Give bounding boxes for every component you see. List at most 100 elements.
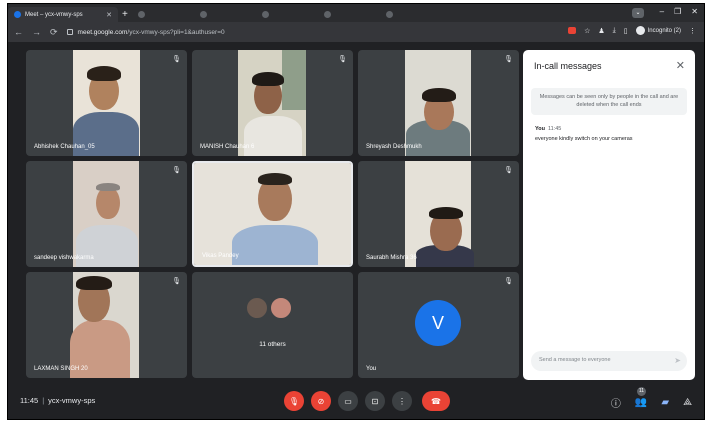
video-feed-window <box>282 50 306 110</box>
leave-call-button[interactable]: ☎ <box>422 391 450 411</box>
tab-favicon-icon <box>323 11 331 18</box>
other-participant-avatar <box>269 296 293 320</box>
back-icon[interactable]: ← <box>14 27 23 37</box>
incognito-profile[interactable]: Incognito (2) <box>635 26 681 35</box>
participant-name: Saurabh Mishra 36 <box>366 255 417 261</box>
present-icon: ⊡ <box>371 396 379 406</box>
mic-muted-icon: 🎙 <box>172 278 181 285</box>
participant-tile-active[interactable]: Vikas Pandey <box>192 161 353 267</box>
close-window-icon[interactable]: ✕ <box>691 7 698 16</box>
menu-icon[interactable]: ⋮ <box>689 27 696 35</box>
download-icon[interactable]: ⤓ <box>613 27 616 35</box>
person-body <box>244 116 302 156</box>
tab-favicon-icon <box>199 11 207 18</box>
person-hair <box>76 276 112 290</box>
chat-input[interactable]: Send a message to everyone <box>531 351 687 371</box>
tab-search-icon[interactable]: ⌄ <box>632 8 644 18</box>
reload-icon[interactable]: ⟳ <box>50 27 58 38</box>
person-hair <box>422 88 456 102</box>
present-button[interactable]: ⊡ <box>365 391 385 411</box>
person-hair <box>429 207 463 219</box>
more-vert-icon: ⋮ <box>398 396 406 406</box>
others-count-label: 11 others <box>259 341 286 348</box>
participant-tile[interactable]: 🎙 sandeep vishwakarma <box>26 161 187 267</box>
incognito-icon <box>635 26 645 35</box>
more-options-button[interactable]: ⋮ <box>392 391 412 411</box>
people-icon[interactable]: 👥 <box>635 397 647 408</box>
captions-icon: ▭ <box>344 396 352 406</box>
info-icon[interactable]: ⓘ <box>611 395 621 410</box>
meeting-control-bar: 11:45 | ycx-vmwy-sps 🎙 ⊘ ▭ ⊡ ⋮ ☎ 11 ⓘ 👥 ▰ … <box>8 384 704 419</box>
participant-tile-self[interactable]: V 🎙 You <box>358 272 519 378</box>
mic-muted-icon: 🎙 <box>338 56 347 63</box>
chat-icon[interactable]: ▰ <box>661 397 669 408</box>
close-icon[interactable]: ✕ <box>676 59 685 72</box>
chat-panel-title: In-call messages <box>534 61 602 71</box>
tab-inactive-3[interactable] <box>256 7 316 22</box>
mic-muted-icon: 🎙 <box>172 167 181 174</box>
window-controls: – ❐ ✕ <box>660 7 698 16</box>
participant-name: Vikas Pandey <box>202 253 239 259</box>
send-icon[interactable]: ➤ <box>674 356 681 365</box>
captions-button[interactable]: ▭ <box>338 391 358 411</box>
message-sender: You 11:45 <box>535 126 561 132</box>
tab-favicon-icon <box>261 11 269 18</box>
person-body <box>232 225 318 265</box>
mic-muted-icon: 🎙 <box>504 278 513 285</box>
call-controls: 🎙 ⊘ ▭ ⊡ ⋮ ☎ <box>284 391 450 411</box>
activities-icon[interactable]: ⟁ <box>683 397 692 408</box>
participant-name: sandeep vishwakarma <box>34 255 94 261</box>
participant-grid: 🎙 Abhishek Chauhan_05 🎙 MANISH Chauhan 6… <box>26 50 519 378</box>
tab-inactive-5[interactable] <box>380 7 440 22</box>
browser-toolbar: ← → ⟳ meet.google.com/ycx-vmwy-sps?pli=1… <box>8 22 704 42</box>
participant-name: You <box>366 366 377 372</box>
person-hair <box>87 66 121 81</box>
participant-tile-others[interactable]: 11 others <box>192 272 353 378</box>
tab-favicon-icon <box>137 11 145 18</box>
meet-favicon-icon <box>14 11 21 18</box>
sidepanel-icon[interactable]: ▯ <box>624 27 628 35</box>
bookmark-star-icon[interactable]: ☆ <box>584 27 590 35</box>
participant-tile[interactable]: 🎙 LAXMAN SINGH 20 <box>26 272 187 378</box>
forward-icon[interactable]: → <box>32 27 41 37</box>
person-hair <box>258 173 292 185</box>
mic-toggle-button[interactable]: 🎙 <box>284 391 304 411</box>
participant-tile[interactable]: 🎙 Shreyash Deshmukh <box>358 50 519 156</box>
extension-icon[interactable]: ♟ <box>598 27 604 35</box>
side-controls: ⓘ 👥 ▰ ⟁ <box>611 395 692 410</box>
message-text: everyone kindly switch on your cameras <box>535 136 633 142</box>
participant-tile[interactable]: 🎙 Saurabh Mishra 36 <box>358 161 519 267</box>
toolbar-actions: ☆ ♟ ⤓ ▯ Incognito (2) ⋮ <box>568 26 696 35</box>
participant-name: Abhishek Chauhan_05 <box>34 144 95 150</box>
tab-inactive-4[interactable] <box>318 7 378 22</box>
meeting-time: 11:45 <box>20 396 39 405</box>
mic-muted-icon: 🎙 <box>504 56 513 63</box>
url-host: meet.google.com <box>77 28 128 36</box>
meeting-code: ycx-vmwy-sps <box>48 396 96 405</box>
mic-muted-icon: 🎙 <box>504 167 513 174</box>
chat-panel: In-call messages ✕ Messages can be seen … <box>523 50 695 380</box>
tab-inactive-2[interactable] <box>194 7 254 22</box>
sender-name: You <box>535 126 545 132</box>
participant-name: MANISH Chauhan 6 <box>200 144 255 150</box>
tab-inactive-1[interactable] <box>132 7 192 22</box>
camera-off-icon: ⊘ <box>317 396 325 406</box>
browser-window: Meet – ycx-vmwy-sps ✕ + ⌄ – ❐ ✕ ← → ⟳ me… <box>7 3 705 420</box>
tab-meet[interactable]: Meet – ycx-vmwy-sps ✕ <box>8 7 118 22</box>
maximize-icon[interactable]: ❐ <box>674 7 681 16</box>
participant-tile[interactable]: 🎙 MANISH Chauhan 6 <box>192 50 353 156</box>
mic-off-icon: 🎙 <box>288 396 300 406</box>
new-tab-icon[interactable]: + <box>122 9 128 20</box>
camera-blocked-icon[interactable] <box>568 27 577 34</box>
minimize-icon[interactable]: – <box>660 7 664 16</box>
close-tab-icon[interactable]: ✕ <box>106 11 112 19</box>
meeting-info: 11:45 | ycx-vmwy-sps <box>20 396 95 405</box>
tab-title: Meet – ycx-vmwy-sps <box>25 11 83 18</box>
participant-name: Shreyash Deshmukh <box>366 144 422 150</box>
chat-notice: Messages can be seen only by people in t… <box>531 88 687 115</box>
camera-toggle-button[interactable]: ⊘ <box>311 391 331 411</box>
participant-tile[interactable]: 🎙 Abhishek Chauhan_05 <box>26 50 187 156</box>
address-bar[interactable]: meet.google.com/ycx-vmwy-sps?pli=1&authu… <box>66 28 225 36</box>
mic-muted-icon: 🎙 <box>172 56 181 63</box>
self-avatar: V <box>415 300 461 346</box>
